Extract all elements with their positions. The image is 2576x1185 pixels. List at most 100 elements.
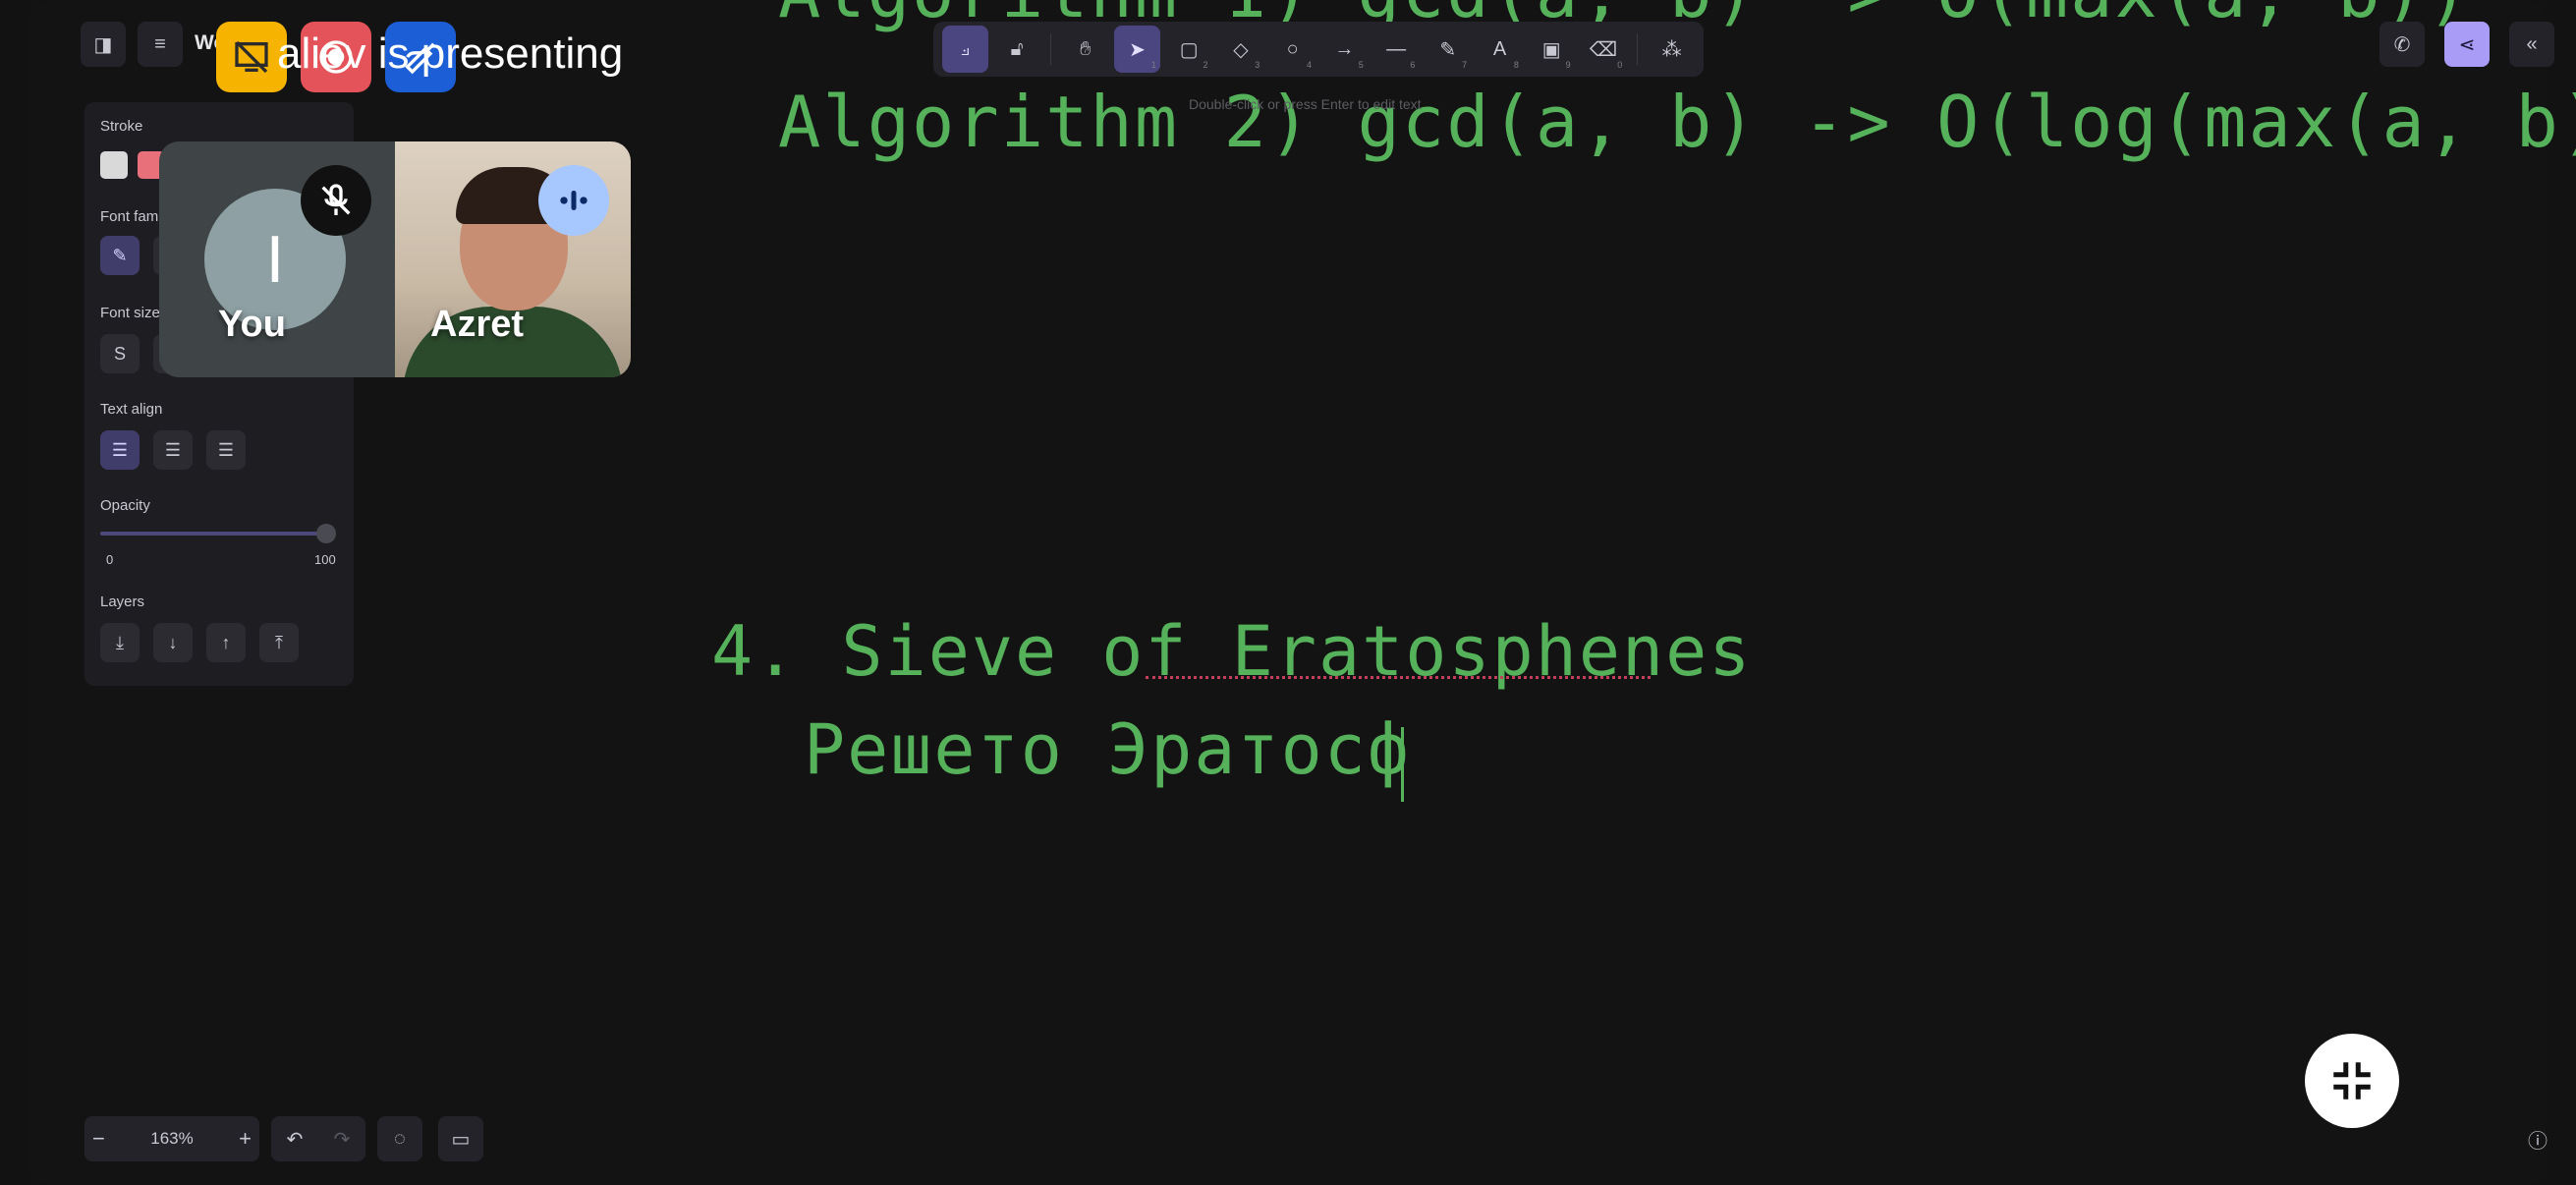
bring-to-front-button[interactable]: ⤒: [259, 623, 299, 662]
mic-off-icon: [321, 184, 351, 215]
opacity-slider-track[interactable]: [100, 532, 326, 536]
help-button[interactable]: ⓘ: [2515, 1116, 2560, 1161]
ellipse-tool[interactable]: ○ 4: [1269, 26, 1316, 73]
share-icon: ⋖: [2458, 33, 2476, 56]
zoom-level[interactable]: 163%: [150, 1129, 193, 1149]
whiteboard-text-sieve[interactable]: 4. Sieve of Eratosphenes: [711, 611, 1752, 692]
text-caret: [1401, 727, 1404, 802]
selection-tool[interactable]: ➤ 1: [1114, 26, 1160, 73]
participant-name: Azret: [430, 304, 525, 345]
eraser-icon: ⌫: [1589, 38, 1618, 61]
participant-tile-you[interactable]: I You: [159, 141, 395, 377]
pencil-icon: ✎: [1439, 38, 1457, 61]
send-to-back-button[interactable]: ⤓: [100, 623, 140, 662]
draw-tool[interactable]: ✎ 7: [1425, 26, 1471, 73]
presentation-button[interactable]: ▭: [438, 1116, 483, 1161]
opacity-label: Opacity: [100, 497, 150, 514]
share-button[interactable]: ⋖: [2444, 22, 2490, 67]
zoom-controls: − 163% +: [84, 1116, 259, 1161]
text-align-right-button[interactable]: ☰: [206, 430, 246, 470]
font-size-small-label: S: [113, 343, 126, 364]
whiteboard-text-editing[interactable]: Решето Эратосф: [804, 709, 1411, 790]
opacity-max: 100: [314, 552, 336, 567]
shortcut-number: 0: [1617, 60, 1623, 70]
whiteboard-text-algorithm-2[interactable]: Algorithm 2) gcd(a, b) -> O(log(max(a, b…: [778, 81, 2576, 163]
diamond-icon: ◇: [1233, 38, 1249, 61]
participant-tile-azret[interactable]: Azret: [395, 141, 631, 377]
main-menu-button[interactable]: ≡: [138, 22, 183, 67]
toolbar-divider: [1050, 33, 1052, 65]
image-tool[interactable]: ▣ 9: [1529, 26, 1575, 73]
toolbar-divider: [1637, 33, 1639, 65]
shortcut-number: 7: [1462, 60, 1468, 70]
keep-tool-active-button[interactable]: ⟓: [942, 26, 988, 73]
collapse-sidebar-button[interactable]: «: [2509, 22, 2554, 67]
send-to-back-icon: ⤓: [116, 632, 124, 652]
text-align-center-button[interactable]: ☰: [153, 430, 193, 470]
shapes-icon: ⁂: [1661, 38, 1682, 61]
pencil-icon: ✎: [112, 245, 128, 265]
opacity-min: 0: [106, 552, 114, 567]
align-right-icon: ☰: [217, 439, 235, 460]
arrow-icon: →: [1334, 37, 1355, 60]
bring-to-front-icon: ⤒: [275, 632, 283, 652]
exit-fullscreen-icon: [2333, 1062, 2371, 1100]
stroke-label: Stroke: [100, 118, 143, 135]
rectangle-tool[interactable]: ▢ 2: [1166, 26, 1212, 73]
spellcheck-underline: [1146, 676, 1651, 679]
speaking-indicator: [538, 165, 609, 236]
audio-level-icon: [560, 191, 588, 210]
zoom-in-button[interactable]: +: [239, 1126, 252, 1152]
edit-hint: Double-click or press Enter to edit text: [1189, 96, 1422, 112]
sidebar-toggle-button[interactable]: ◨: [81, 22, 126, 67]
font-family-handdrawn-button[interactable]: ✎: [100, 236, 140, 275]
opacity-slider-thumb[interactable]: [316, 524, 336, 543]
font-size-label: Font size: [100, 305, 160, 321]
double-chevron-left-icon: «: [2526, 32, 2538, 55]
arrow-tool[interactable]: → 5: [1321, 26, 1368, 73]
shortcut-number: 2: [1203, 60, 1208, 70]
participant-name: You: [218, 304, 286, 345]
lock-icon: 🔓︎: [1010, 37, 1024, 60]
pin-icon: ⟓: [960, 37, 971, 60]
rectangle-icon: ▢: [1179, 38, 1199, 61]
shortcut-number: 5: [1358, 60, 1364, 70]
chat-bubble-icon: ◌: [394, 1127, 406, 1150]
help-icon: ⓘ: [2528, 1130, 2548, 1153]
main-toolbar: ⟓ 🔓︎ ✋︎ ➤ 1 ▢ 2 ◇ 3 ○ 4 → 5 —6 ✎ 7 A8 ▣ 9 ⌫ 0 ⁂: [933, 22, 1704, 77]
align-left-icon: ☰: [111, 439, 129, 460]
redo-icon[interactable]: ↷: [334, 1127, 351, 1152]
zoom-out-button[interactable]: −: [92, 1126, 105, 1152]
shortcut-number: 4: [1306, 60, 1312, 70]
arrow-up-icon: ↑: [221, 632, 231, 652]
stroke-color-white[interactable]: [100, 151, 128, 179]
presentation-icon: ▭: [451, 1128, 471, 1151]
arrow-down-icon: ↓: [168, 632, 178, 652]
undo-icon[interactable]: ↶: [287, 1127, 304, 1152]
call-button[interactable]: ✆: [2380, 22, 2425, 67]
layers-label: Layers: [100, 593, 145, 610]
bring-forward-button[interactable]: ↑: [206, 623, 246, 662]
text-align-left-button[interactable]: ☰: [100, 430, 140, 470]
eraser-tool[interactable]: ⌫ 0: [1581, 26, 1627, 73]
shortcut-number: 1: [1150, 60, 1156, 70]
font-size-small-button[interactable]: S: [100, 334, 140, 373]
presentation-off-icon: [235, 40, 268, 74]
hand-tool[interactable]: ✋︎: [1062, 26, 1108, 73]
send-backward-button[interactable]: ↓: [153, 623, 193, 662]
comment-button[interactable]: ◌: [377, 1116, 422, 1161]
phone-icon: ✆: [2393, 33, 2411, 56]
image-icon: ▣: [1541, 38, 1561, 61]
shortcut-number: 8: [1513, 60, 1519, 70]
text-tool[interactable]: A8: [1477, 26, 1523, 73]
shortcut-number: 6: [1410, 60, 1416, 70]
presenting-banner: aliev is presenting: [277, 29, 624, 78]
diamond-tool[interactable]: ◇ 3: [1218, 26, 1264, 73]
exit-fullscreen-button[interactable]: [2305, 1034, 2399, 1128]
lock-button[interactable]: 🔓︎: [994, 26, 1040, 73]
screen: Algorithm 1) gcd(a, b) -> O(max(a, b)) A…: [0, 0, 2576, 1185]
sidebar-icon: ◨: [93, 33, 113, 56]
line-tool[interactable]: —6: [1373, 26, 1420, 73]
cursor-icon: ➤: [1129, 38, 1146, 61]
more-tools-button[interactable]: ⁂: [1649, 26, 1695, 73]
